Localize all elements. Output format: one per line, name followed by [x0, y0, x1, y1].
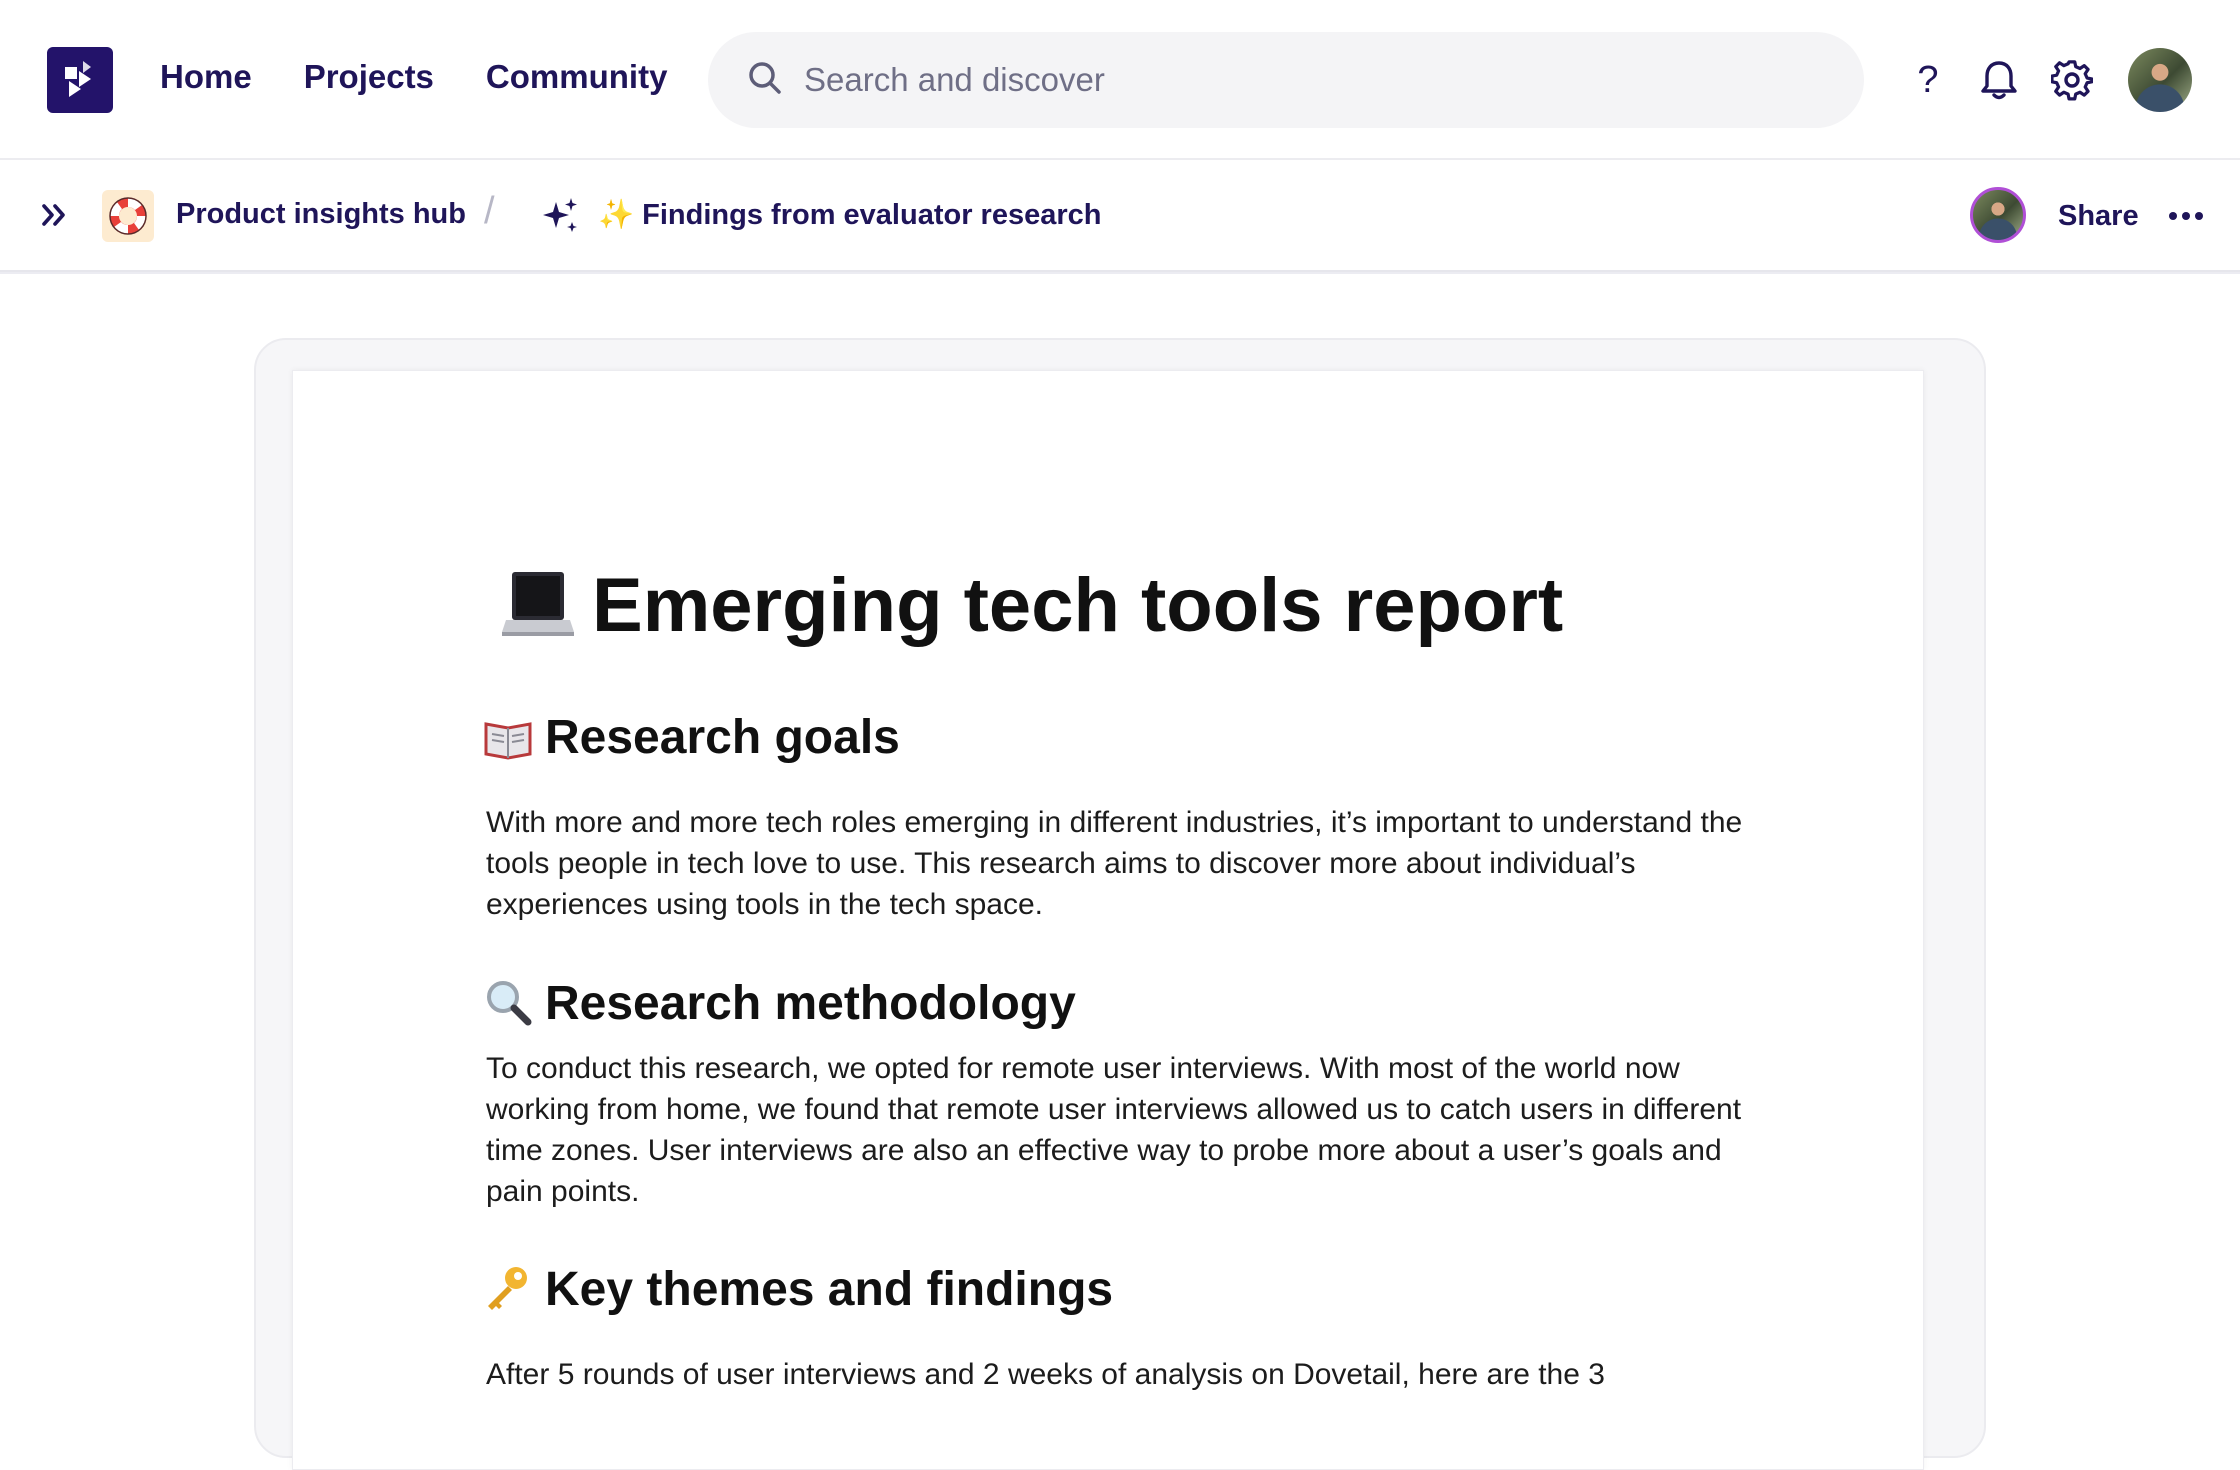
- key-icon: [484, 1264, 532, 1317]
- sparkles-icon: [540, 196, 580, 241]
- laptop-icon: [502, 570, 574, 645]
- user-avatar[interactable]: [2128, 48, 2192, 112]
- breadcrumb-separator: /: [484, 190, 495, 232]
- nav-projects-link[interactable]: Projects: [304, 58, 434, 96]
- section-body-key-themes[interactable]: After 5 rounds of user interviews and 2 …: [486, 1354, 1746, 1395]
- magnifier-icon: [484, 978, 532, 1031]
- breadcrumb-current-page: ✨ Findings from evaluator research: [598, 199, 1102, 231]
- search-input[interactable]: [804, 61, 1704, 99]
- dovetail-logo-icon[interactable]: [47, 47, 113, 113]
- share-button[interactable]: Share: [2058, 200, 2139, 233]
- document-title[interactable]: Emerging tech tools report: [592, 562, 1563, 649]
- nav-community-link[interactable]: Community: [486, 58, 668, 96]
- primary-nav: Home Projects Community: [160, 58, 667, 96]
- more-horizontal-icon[interactable]: [2168, 206, 2204, 231]
- chevrons-right-icon[interactable]: [38, 198, 72, 237]
- section-heading-key-themes[interactable]: Key themes and findings: [545, 1262, 1113, 1317]
- section-heading-research-methodology[interactable]: Research methodology: [545, 976, 1076, 1031]
- section-heading-research-goals[interactable]: Research goals: [545, 710, 900, 765]
- section-body-research-goals[interactable]: With more and more tech roles emerging i…: [486, 802, 1746, 925]
- help-icon-glyph: ?: [1917, 58, 1939, 101]
- search-icon: [746, 59, 784, 102]
- collaborator-avatar[interactable]: [1970, 187, 2026, 243]
- search-bar[interactable]: [708, 32, 1864, 128]
- book-icon: [484, 718, 532, 765]
- breadcrumb-hub-link[interactable]: Product insights hub: [176, 198, 466, 231]
- bell-icon[interactable]: [1973, 54, 2025, 106]
- gear-icon[interactable]: [2046, 54, 2098, 106]
- top-navigation-bar: Home Projects Community ?: [0, 0, 2240, 160]
- section-body-research-methodology[interactable]: To conduct this research, we opted for r…: [486, 1048, 1746, 1212]
- lifebuoy-icon[interactable]: [102, 190, 154, 242]
- help-icon[interactable]: ?: [1902, 54, 1954, 106]
- nav-home-link[interactable]: Home: [160, 58, 252, 96]
